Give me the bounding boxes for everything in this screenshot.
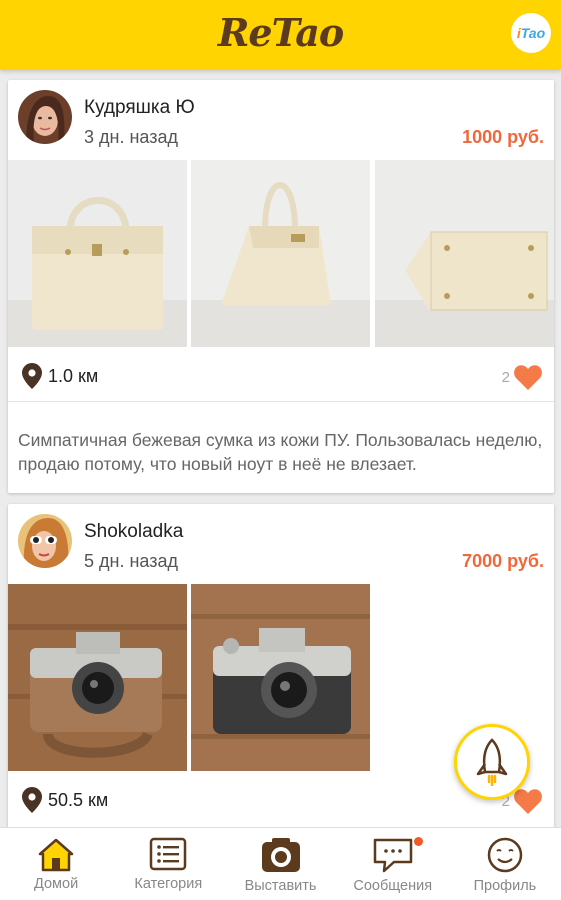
product-photo[interactable] [191, 160, 370, 347]
nav-profile-label: Профиль [473, 878, 537, 894]
notification-dot [413, 837, 423, 846]
location-pin-icon [22, 363, 42, 389]
nav-post[interactable]: Выставить [224, 828, 336, 900]
nav-profile[interactable]: Профиль [449, 828, 561, 900]
divider [8, 401, 554, 402]
nav-home[interactable]: Домой [0, 828, 112, 900]
home-icon [38, 838, 74, 872]
boost-button[interactable] [454, 724, 530, 800]
nav-category[interactable]: Категория [112, 828, 224, 900]
itao-button[interactable]: i Tao [511, 13, 551, 53]
product-photo[interactable] [191, 584, 370, 771]
smiley-icon [487, 837, 523, 873]
like-button[interactable]: 2 [502, 365, 542, 390]
distance: 1.0 км [48, 365, 99, 386]
post-price: 7000 руб. [462, 551, 544, 571]
location-pin-icon [22, 787, 42, 813]
post-card[interactable]: Кудряшка Ю 3 дн. назад 1000 руб. 1.0 км … [8, 80, 554, 493]
top-bar: ReTao i Tao [0, 0, 561, 70]
product-photo[interactable] [375, 160, 554, 347]
distance: 50.5 км [48, 789, 109, 810]
app-logo: ReTao [217, 10, 344, 55]
rocket-icon [476, 738, 508, 786]
feed[interactable]: Кудряшка Ю 3 дн. назад 1000 руб. 1.0 км … [0, 70, 561, 827]
post-price: 1000 руб. [462, 127, 544, 147]
nav-messages-label: Сообщения [353, 878, 433, 894]
bottom-nav: Домой Категория Выставить Сообщения Проф… [0, 827, 561, 900]
avatar[interactable] [18, 90, 72, 144]
avatar[interactable] [18, 514, 72, 568]
post-description: Симпатичная бежевая сумка из кожи ПУ. По… [18, 430, 543, 474]
location: 1.0 км [22, 363, 98, 389]
product-photo[interactable] [8, 160, 187, 347]
nav-post-label: Выставить [244, 878, 317, 894]
camera-icon [261, 838, 300, 872]
nav-home-label: Домой [34, 876, 79, 892]
post-username[interactable]: Кудряшка Ю [84, 97, 195, 119]
nav-category-label: Категория [134, 876, 203, 892]
post-time: 3 дн. назад [84, 127, 178, 147]
heart-icon [514, 789, 542, 814]
list-icon [150, 837, 187, 871]
location: 50.5 км [22, 787, 108, 813]
heart-icon [514, 365, 542, 390]
chat-icon [373, 838, 412, 873]
post-username[interactable]: Shokoladka [84, 521, 183, 543]
product-photo[interactable] [8, 584, 187, 771]
photo-gallery[interactable] [8, 160, 554, 347]
nav-messages[interactable]: Сообщения [337, 828, 449, 900]
like-count: 2 [501, 369, 510, 386]
post-time: 5 дн. назад [84, 551, 178, 571]
